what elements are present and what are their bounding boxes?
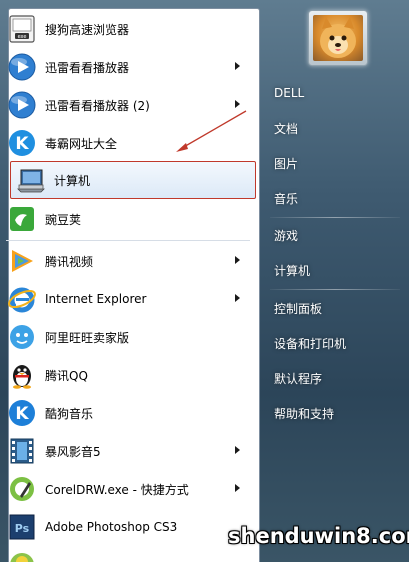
menu-item-sogou-browser[interactable]: exe 搜狗高速浏览器 (2, 11, 250, 47)
menu-item-label: 迅雷看看播放器 (2) (45, 98, 150, 113)
right-item-default-programs[interactable]: 默认程序 (274, 365, 402, 391)
menu-item-label: 酷狗音乐 (45, 406, 94, 421)
kugou-k-icon: K (6, 397, 38, 429)
right-item-control-panel[interactable]: 控制面板 (274, 295, 402, 321)
menu-item-label: 计算机 (54, 173, 91, 188)
menu-item-label: 豌豆荚 (45, 212, 82, 227)
menu-item-kugou-music[interactable]: K 酷狗音乐 (2, 395, 250, 431)
menu-item-internet-explorer[interactable]: Internet Explorer (2, 281, 250, 317)
xunlei-player-icon (6, 89, 38, 121)
tencent-video-icon (6, 245, 38, 277)
menu-item-label: 迅雷看看播放器 (45, 60, 130, 75)
right-separator (270, 217, 400, 218)
aliwangwang-icon (6, 321, 38, 353)
coreldraw-icon (6, 473, 38, 505)
menu-item-label: 腾讯QQ (45, 368, 88, 383)
menu-item-label: 毒霸网址大全 (45, 136, 118, 151)
menu-item-tencent-qq[interactable]: 腾讯QQ (2, 357, 250, 393)
menu-item-coreldraw[interactable]: CorelDRW.exe - 快捷方式 (2, 471, 250, 507)
menu-item-aliwangwang[interactable]: 阿里旺旺卖家版 (2, 319, 250, 355)
submenu-arrow-icon[interactable] (235, 100, 240, 108)
svg-text:K: K (15, 134, 29, 154)
photoshop-icon: Ps (6, 511, 38, 543)
svg-text:Ps: Ps (15, 522, 30, 535)
right-item-devices-printers[interactable]: 设备和打印机 (274, 330, 402, 356)
sogou-browser-icon: exe (6, 13, 38, 45)
internet-explorer-icon (6, 283, 38, 315)
right-item-computer[interactable]: 计算机 (274, 257, 402, 283)
submenu-arrow-icon[interactable] (235, 294, 240, 302)
submenu-arrow-icon[interactable] (235, 446, 240, 454)
app-icon (6, 549, 38, 562)
site-watermark: shenduwin8.com (228, 524, 409, 548)
submenu-arrow-icon[interactable] (235, 256, 240, 264)
qq-penguin-icon (6, 359, 38, 391)
right-item-games[interactable]: 游戏 (274, 222, 402, 248)
pomeranian-dog-photo (313, 15, 363, 61)
annotation-arrow (176, 110, 247, 152)
svg-text:K: K (15, 404, 29, 424)
menu-item-label: CorelDRW.exe - 快捷方式 (45, 482, 189, 497)
menu-item-label: 腾讯视频 (45, 254, 94, 269)
menu-item-label: Internet Explorer (45, 292, 147, 306)
right-item-documents[interactable]: 文档 (274, 115, 402, 141)
menu-item-tencent-video[interactable]: 腾讯视频 (2, 243, 250, 279)
right-item-music[interactable]: 音乐 (274, 185, 402, 211)
submenu-arrow-icon[interactable] (235, 62, 240, 70)
right-separator (270, 289, 400, 290)
svg-text:exe: exe (18, 34, 27, 40)
menu-item-wandoujia[interactable]: 豌豆荚 (2, 201, 250, 237)
menu-item-partial[interactable] (2, 547, 250, 562)
xunlei-player-icon (6, 51, 38, 83)
computer-icon (15, 164, 47, 196)
submenu-arrow-icon[interactable] (235, 484, 240, 492)
menu-item-label: 搜狗高速浏览器 (45, 22, 130, 37)
menu-item-label: 阿里旺旺卖家版 (45, 330, 130, 345)
menu-item-baofeng[interactable]: 暴风影音5 (2, 433, 250, 469)
menu-item-label: 暴风影音5 (45, 444, 101, 459)
right-item-help-support[interactable]: 帮助和支持 (274, 400, 402, 426)
menu-item-xunlei-player[interactable]: 迅雷看看播放器 (2, 49, 250, 85)
wandoujia-icon (6, 203, 38, 235)
right-item-user-dell[interactable]: DELL (274, 80, 402, 106)
menu-item-computer[interactable]: 计算机 (10, 161, 256, 199)
right-item-pictures[interactable]: 图片 (274, 150, 402, 176)
user-avatar[interactable] (308, 10, 368, 66)
menu-separator (6, 240, 250, 241)
baofeng-film-icon (6, 435, 38, 467)
duba-k-icon: K (6, 127, 38, 159)
menu-item-label: Adobe Photoshop CS3 (45, 520, 178, 534)
menu-item-photoshop[interactable]: Ps Adobe Photoshop CS3 (2, 509, 250, 545)
